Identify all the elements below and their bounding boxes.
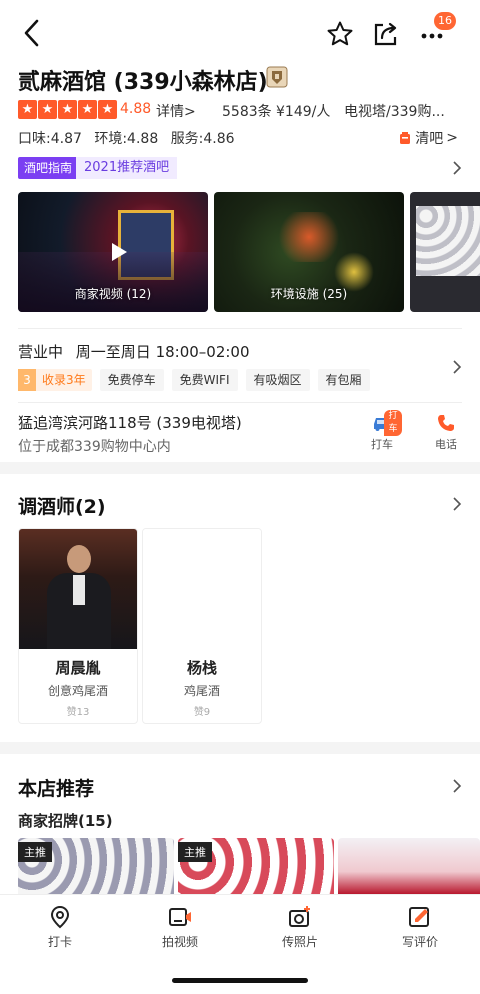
years-label: 收录3年 [42,373,86,387]
rating-score: 4.88 [120,101,152,117]
tag-free-wifi: 免费WIFI [171,369,238,391]
sub-scores-row: 口味:4.87 环境:4.88 服务:4.86 清吧 > [18,128,468,148]
location-pin-icon [50,905,70,929]
write-review-label: 写评价 [401,935,438,949]
featured-tag: 主推 [178,842,212,862]
tag-smoking-area: 有吸烟区 [245,369,310,391]
rating-star-icon: ★ [78,100,97,119]
review-count[interactable]: 5583条 [222,101,272,121]
shop-area[interactable]: 电视塔/339购... [344,101,445,121]
checkin-label: 打卡 [47,935,72,949]
star-rating: ★ ★ ★ ★ ★ [18,100,117,119]
upload-photo-label: 传照片 [281,935,318,949]
phone-label: 电话 [435,438,457,451]
bartender-likes: 赞13 [66,707,90,718]
bartender-photo [19,529,137,649]
gallery-caption: 商家视频 (12) [74,287,152,301]
gallery-tile-environment[interactable]: 环境设施 (25) [214,192,404,312]
taxi-button[interactable]: 打车 打车 [362,410,402,452]
bartender-card[interactable]: 周晨胤 创意鸡尾酒 赞13 [18,528,138,724]
taste-score: 口味:4.87 [18,131,82,147]
bartender-specialty: 鸡尾酒 [183,684,220,698]
bar-cup-icon [400,132,411,144]
bartenders-title: 调酒师(2) [18,496,106,518]
rating-star-icon: ★ [58,100,77,119]
recommend-tile[interactable]: 主推 [18,838,174,894]
chevron-right-icon [453,161,462,175]
price-per-person: ¥149/人 [276,104,331,120]
divider [18,402,462,403]
rating-detail-link[interactable]: 详情> [156,101,196,121]
back-arrow-icon[interactable] [20,18,44,48]
service-score: 服务:4.86 [170,131,235,147]
top-nav-bar: 16 [0,0,480,62]
guide-rank: 2021推荐酒吧 [76,157,178,179]
guide-tag: 酒吧指南 [18,157,79,179]
share-icon[interactable] [372,20,400,48]
notification-badge: 16 [434,12,456,30]
tag-private-room: 有包厢 [317,369,370,391]
chevron-right-icon: > [184,104,196,120]
address-note: 位于成都339购物中心内 [18,439,171,455]
phone-button[interactable]: 电话 [426,414,466,452]
open-status: 营业中 [18,343,64,361]
edit-review-icon [409,907,429,927]
bar-guide-row[interactable]: 酒吧指南 2021推荐酒吧 [18,157,468,181]
rating-star-icon: ★ [38,100,57,119]
detail-label: 详情 [156,104,184,120]
star-icon[interactable] [326,20,354,48]
chevron-right-icon: > [446,130,458,146]
business-hours[interactable]: 营业中 周一至周日 18:00–02:00 [18,341,250,362]
section-gap [0,742,480,754]
photo-gallery[interactable]: 商家视频 (12) 环境设施 (25) [18,192,480,312]
recommend-tile[interactable] [338,838,480,894]
signature-dishes-title: 商家招牌(15) [18,812,113,830]
bartender-likes: 赞9 [193,707,211,718]
rating-star-icon: ★ [18,100,37,119]
recommend-title: 本店推荐 [18,778,95,800]
bartender-name: 周晨胤 [55,659,101,677]
years-number: 3 [18,369,36,391]
rating-row: ★ ★ ★ ★ ★ 4.88 详情> 5583条 ¥149/人 电视塔/339购… [18,100,468,120]
bartender-card[interactable]: 杨栈 鸡尾酒 赞9 [142,528,262,724]
bartender-name: 杨栈 [186,659,217,677]
years-listed-tag: 3 收录3年 [18,369,92,391]
tag-free-parking: 免费停车 [99,369,164,391]
add-photo-icon [289,906,310,927]
featured-tag: 主推 [18,842,52,862]
bartender-photo-empty [143,529,261,649]
taxi-badge: 打车 [384,410,402,436]
opening-time: 周一至周日 18:00–02:00 [75,343,250,361]
rating-star-icon: ★ [98,100,117,119]
taxi-label: 打车 [371,438,393,451]
play-icon[interactable] [106,240,130,264]
chevron-right-icon[interactable] [452,779,462,793]
divider [18,328,462,329]
upload-photo-button[interactable]: 传照片 [260,905,340,950]
shop-crest-icon [266,66,288,88]
bar-type-link[interactable]: 清吧 > [398,128,458,148]
section-gap [0,462,480,474]
phone-icon [438,415,454,431]
chevron-right-icon[interactable] [452,360,462,374]
record-video-button[interactable]: 拍视频 [140,905,220,950]
home-indicator[interactable] [172,978,308,983]
facility-tags: 3 收录3年 免费停车 免费WIFI 有吸烟区 有包厢 [18,369,370,391]
bartender-specialty: 创意鸡尾酒 [47,684,108,698]
gallery-tile-extra[interactable] [410,192,480,312]
bar-type-label: 清吧 [415,131,444,147]
chevron-right-icon[interactable] [452,497,462,511]
checkin-button[interactable]: 打卡 [20,905,100,950]
environment-score: 环境:4.88 [94,131,159,147]
address-line[interactable]: 猛追湾滨河路118号 (339电视塔) [18,412,242,433]
shop-name: 贰麻酒馆 (339小森林店) [18,70,268,95]
video-camera-icon [169,908,191,926]
gallery-caption: 环境设施 (25) [270,287,348,301]
record-video-label: 拍视频 [161,935,198,949]
recommend-tile[interactable]: 主推 [178,838,334,894]
gallery-tile-video[interactable]: 商家视频 (12) [18,192,208,312]
write-review-button[interactable]: 写评价 [380,905,460,950]
